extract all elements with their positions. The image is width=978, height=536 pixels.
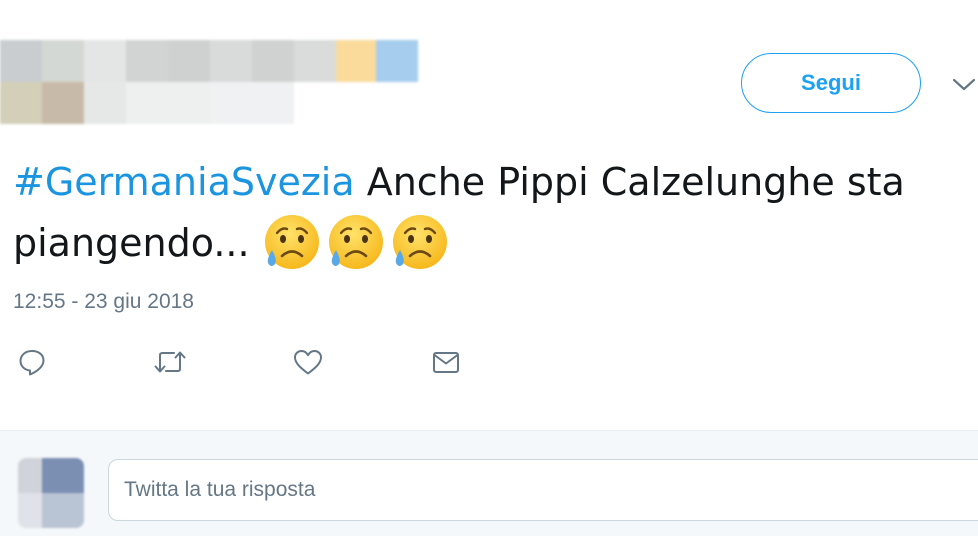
tweet-text-line-1: Anche Pippi Calzelunghe sta (354, 160, 905, 204)
sad-but-relieved-face-emoji (390, 212, 450, 272)
follow-button[interactable]: Segui (741, 53, 921, 113)
tweet-card: Segui #GermaniaSvezia Anche Pippi Calzel… (0, 0, 978, 430)
author-info-redacted (0, 40, 420, 126)
user-avatar-redacted (18, 458, 84, 528)
hashtag-link[interactable]: #GermaniaSvezia (13, 160, 355, 204)
reply-input[interactable] (108, 459, 978, 521)
emoji-row (262, 215, 454, 269)
retweet-icon[interactable] (152, 344, 188, 380)
chevron-down-icon[interactable] (950, 72, 978, 96)
reply-icon[interactable] (14, 344, 50, 380)
tweet-text: #GermaniaSvezia Anche Pippi Calzelunghe … (13, 152, 978, 273)
tweet-line-2: piangendo... (13, 212, 978, 273)
like-icon[interactable] (290, 344, 326, 380)
direct-message-icon[interactable] (428, 344, 464, 380)
tweet-actions (0, 344, 500, 380)
tweet-text-line-2: piangendo... (13, 221, 262, 265)
sad-but-relieved-face-emoji (262, 212, 322, 272)
sad-but-relieved-face-emoji (326, 212, 386, 272)
reply-bar (0, 430, 978, 536)
tweet-timestamp[interactable]: 12:55 - 23 giu 2018 (13, 290, 194, 314)
tweet-line-1: #GermaniaSvezia Anche Pippi Calzelunghe … (13, 152, 978, 212)
